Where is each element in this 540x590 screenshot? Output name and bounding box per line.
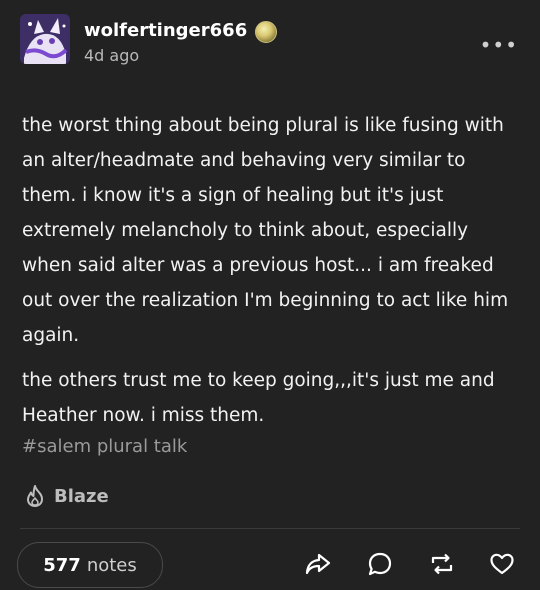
avatar[interactable] — [20, 14, 70, 64]
divider — [20, 528, 520, 529]
post-body: the worst thing about being plural is li… — [22, 108, 522, 433]
avatar-image — [20, 14, 70, 64]
blaze-button[interactable]: Blaze — [24, 480, 109, 512]
post-paragraph-1: the worst thing about being plural is li… — [22, 115, 509, 346]
heart-icon[interactable] — [488, 550, 516, 578]
reply-icon[interactable] — [366, 550, 394, 578]
more-horizontal-icon[interactable]: ••• — [480, 35, 518, 55]
post-header: wolfertinger666 4d ago ••• — [20, 14, 522, 70]
reblog-icon[interactable] — [428, 550, 456, 578]
timestamp[interactable]: 4d ago — [84, 46, 139, 65]
post-paragraph-2: the others trust me to keep going,,,it's… — [22, 370, 495, 426]
post-tag[interactable]: #salem plural talk — [22, 436, 187, 457]
badge-icon — [255, 21, 277, 43]
share-icon[interactable] — [304, 550, 332, 578]
flame-icon — [27, 485, 43, 507]
username[interactable]: wolfertinger666 — [84, 20, 247, 41]
post-actions — [0, 550, 540, 580]
blaze-label: Blaze — [54, 485, 109, 507]
